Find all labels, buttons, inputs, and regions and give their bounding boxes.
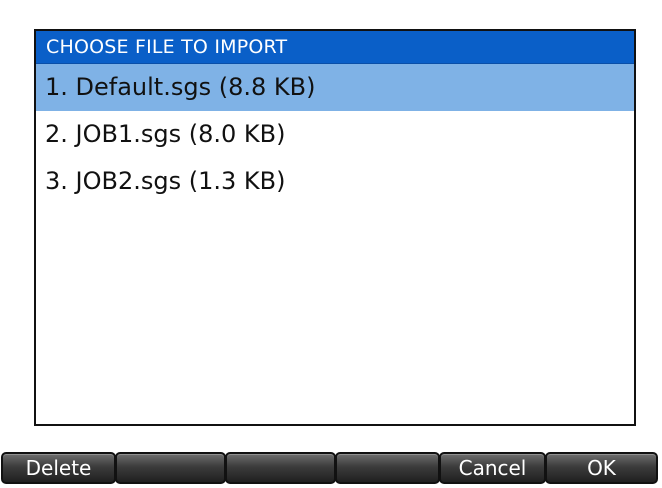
delete-softkey[interactable]: Delete	[1, 452, 116, 484]
dialog-title: CHOOSE FILE TO IMPORT	[36, 31, 634, 64]
ok-softkey[interactable]: OK	[545, 452, 658, 484]
file-item-job1[interactable]: 2. JOB1.sgs (8.0 KB)	[36, 111, 634, 158]
softkey-3[interactable]	[225, 452, 336, 484]
file-item-job2[interactable]: 3. JOB2.sgs (1.3 KB)	[36, 158, 634, 205]
file-item-default[interactable]: 1. Default.sgs (8.8 KB)	[36, 64, 634, 111]
file-list[interactable]: 1. Default.sgs (8.8 KB) 2. JOB1.sgs (8.0…	[36, 64, 634, 205]
cancel-softkey[interactable]: Cancel	[439, 452, 546, 484]
calculator-screen: CHOOSE FILE TO IMPORT 1. Default.sgs (8.…	[0, 0, 662, 488]
softkey-2[interactable]	[115, 452, 226, 484]
import-file-dialog: CHOOSE FILE TO IMPORT 1. Default.sgs (8.…	[34, 29, 636, 426]
softkey-4[interactable]	[335, 452, 440, 484]
softkey-menu-bar: Delete Cancel OK	[0, 447, 662, 488]
